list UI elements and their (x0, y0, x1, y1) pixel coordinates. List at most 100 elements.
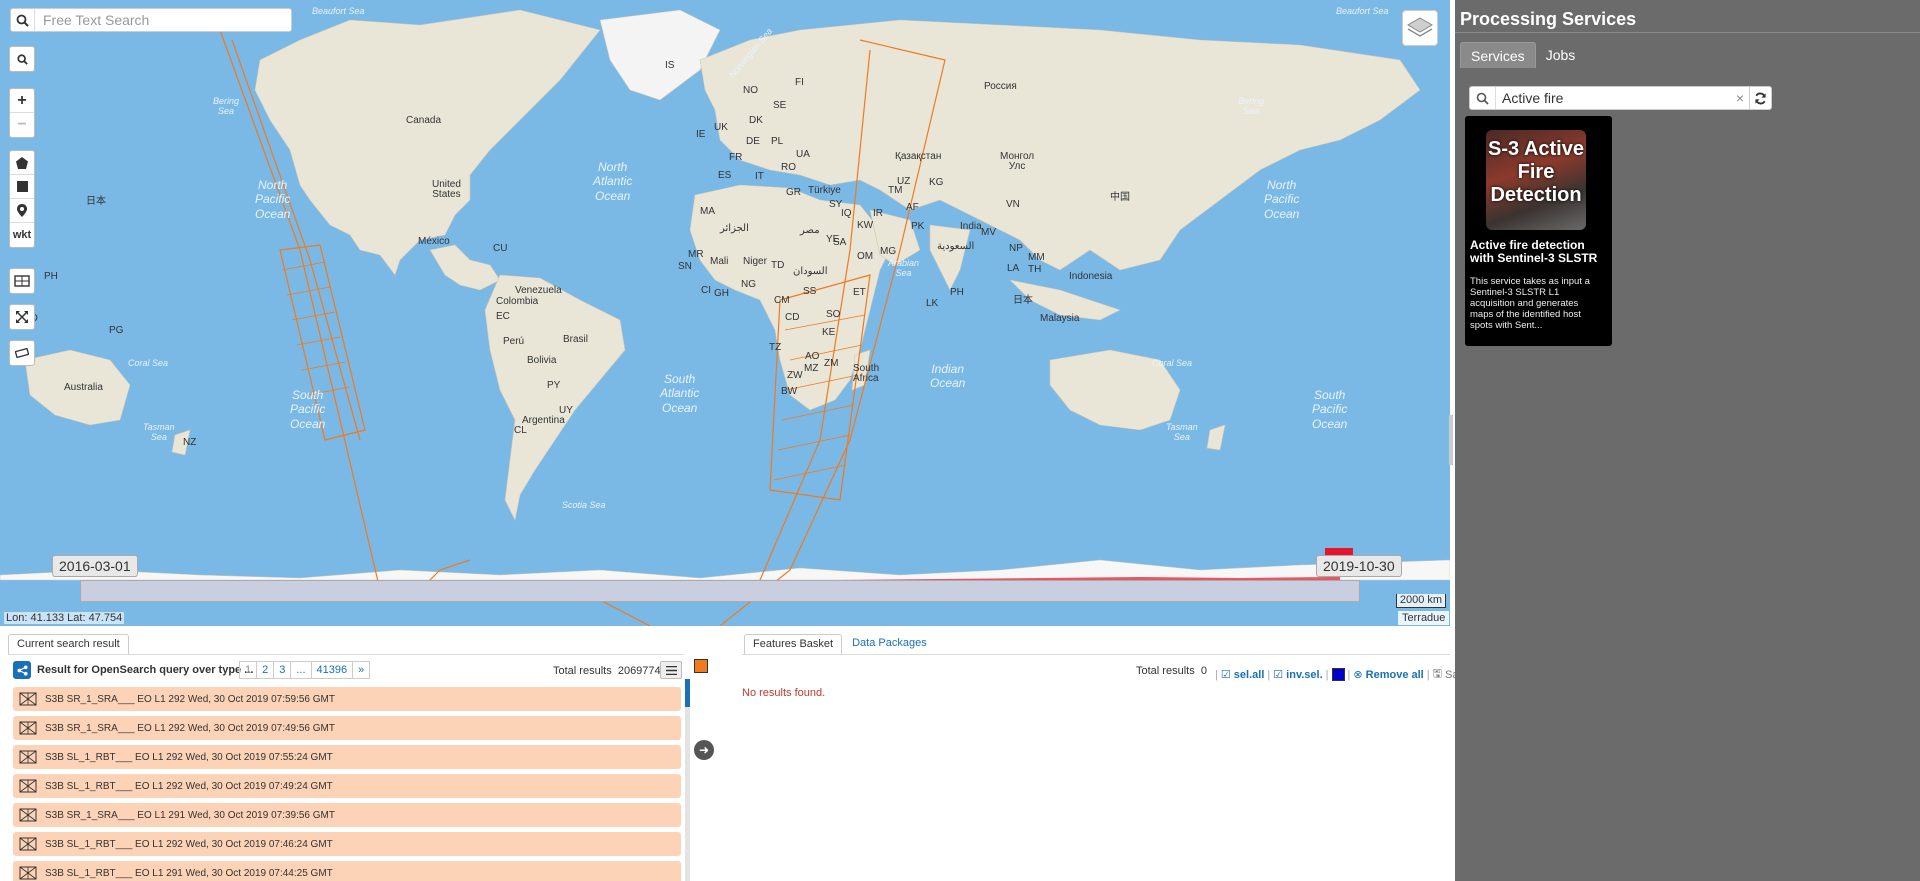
sea-label: Coral Sea (128, 358, 169, 368)
country-label: EC (496, 311, 510, 322)
panel-splitter[interactable] (1449, 415, 1453, 465)
country-label: MR (688, 249, 704, 260)
save-icon: 🖫 (1432, 668, 1442, 680)
refresh-icon[interactable] (1749, 87, 1771, 109)
service-search-input[interactable] (1496, 88, 1731, 108)
country-label: Türkiye (808, 185, 841, 196)
result-row[interactable]: S3B SL_1_RBT___ EO L1 292 Wed, 30 Oct 20… (13, 745, 681, 769)
results-scrollbar[interactable] (685, 679, 690, 881)
share-icon[interactable] (13, 661, 31, 679)
query-color-swatch[interactable] (694, 659, 708, 673)
result-row[interactable]: S3B SL_1_RBT___ EO L1 291 Wed, 30 Oct 20… (13, 861, 681, 881)
map-view[interactable]: North Pacific Ocean North Atlantic Ocean… (0, 0, 1450, 626)
page-link[interactable]: 3 (273, 661, 292, 679)
invert-selection-link[interactable]: inv.sel. (1286, 669, 1322, 681)
tab-data-packages[interactable]: Data Packages (844, 634, 935, 654)
timeline-start-date[interactable]: 2016-03-01 (52, 555, 138, 577)
result-row[interactable]: S3B SR_1_SRA___ EO L1 292 Wed, 30 Oct 20… (13, 687, 681, 711)
tab-services[interactable]: Services (1460, 42, 1536, 68)
service-search[interactable]: × (1469, 86, 1772, 110)
country-label: Россия (984, 81, 1017, 92)
country-label: South Africa (853, 363, 880, 384)
country-label: IR (873, 208, 883, 219)
country-label: MZ (804, 363, 819, 374)
layers-switcher-button[interactable] (1402, 10, 1438, 46)
search-icon[interactable] (11, 9, 35, 31)
country-label: SS (803, 286, 817, 297)
divider (1455, 32, 1920, 33)
result-label: S3B SL_1_RBT___ EO L1 292 Wed, 30 Oct 20… (45, 780, 333, 792)
service-card[interactable]: S-3 Active Fire Detection Active fire de… (1465, 116, 1612, 346)
country-label: SN (678, 261, 692, 272)
free-text-search[interactable] (10, 8, 292, 32)
search-icon (1470, 87, 1496, 109)
satellite-icon (19, 692, 37, 706)
country-label: السعودية (937, 241, 975, 252)
search-icon[interactable] (10, 47, 34, 71)
country-label: India (960, 221, 982, 232)
clear-icon[interactable]: × (1731, 90, 1749, 106)
panel-title: Processing Services (1460, 9, 1637, 29)
rectangle-icon[interactable] (10, 175, 34, 199)
country-label: Venezuela (515, 285, 562, 296)
page-link[interactable]: 1 (239, 661, 258, 679)
country-label: ZM (824, 358, 839, 369)
globe-grid-icon[interactable] (10, 269, 34, 293)
map-search-tool[interactable] (9, 46, 35, 72)
country-label: مصر (800, 225, 820, 236)
result-row[interactable]: S3B SR_1_SRA___ EO L1 291 Wed, 30 Oct 20… (13, 803, 681, 827)
result-label: S3B SR_1_SRA___ EO L1 292 Wed, 30 Oct 20… (45, 693, 335, 705)
timeline-end-date[interactable]: 2019-10-30 (1316, 555, 1402, 577)
basket-total: Total results 0 (1136, 665, 1207, 677)
tab-current-search-result[interactable]: Current search result (8, 634, 129, 654)
wkt-button[interactable]: wkt (10, 223, 34, 247)
results-panel: Current search result Result for OpenSea… (0, 626, 1470, 881)
timeline-bar[interactable] (80, 580, 1360, 602)
add-to-basket-arrow-icon[interactable]: ➜ (694, 740, 714, 760)
country-label: Argentina (522, 415, 565, 426)
zoom-out-button[interactable]: − (10, 113, 34, 137)
country-label: 中国 (1110, 192, 1130, 203)
map-attribution[interactable]: Terradue (1398, 611, 1450, 625)
country-label: GH (714, 288, 729, 299)
satellite-icon (19, 866, 37, 880)
scrollbar-thumb[interactable] (685, 679, 690, 707)
result-row[interactable]: S3B SL_1_RBT___ EO L1 292 Wed, 30 Oct 20… (13, 832, 681, 856)
tab-features-basket[interactable]: Features Basket (744, 634, 843, 654)
basket-color-swatch[interactable] (1331, 668, 1345, 681)
country-label: TM (888, 185, 903, 196)
page-link[interactable]: 41396 (310, 661, 354, 679)
satellite-icon (19, 808, 37, 822)
marker-icon[interactable] (10, 199, 34, 223)
result-label: S3B SR_1_SRA___ EO L1 291 Wed, 30 Oct 20… (45, 809, 335, 821)
zoom-in-button[interactable]: + (10, 89, 34, 113)
country-label: Perú (503, 336, 525, 347)
country-label: KG (929, 177, 944, 188)
polygon-icon[interactable] (10, 151, 34, 175)
next-page-link[interactable]: » (352, 661, 371, 679)
tab-jobs[interactable]: Jobs (1536, 42, 1586, 68)
country-label: CM (774, 295, 790, 306)
ruler-icon[interactable] (10, 341, 34, 365)
query-title: Result for OpenSearch query over type ..… (37, 664, 254, 676)
scale-bar: 2000 km (1396, 594, 1446, 608)
ocean-label: North Atlantic Ocean (593, 160, 633, 203)
features-basket-pane: Total results 0 | ☑ sel.all | ☑ inv.sel.… (742, 654, 1470, 881)
country-label: SY (829, 199, 843, 210)
page-link[interactable]: ... (290, 661, 312, 679)
sea-label: Coral Sea (1152, 358, 1193, 368)
country-label: IE (696, 129, 706, 140)
expand-icon[interactable] (10, 305, 34, 329)
app-root: North Pacific Ocean North Atlantic Ocean… (0, 0, 1920, 881)
country-label: MV (981, 227, 996, 238)
country-label: FR (729, 152, 743, 163)
select-all-link[interactable]: sel.all (1234, 669, 1265, 681)
country-label: SE (773, 100, 787, 111)
result-row[interactable]: S3B SL_1_RBT___ EO L1 292 Wed, 30 Oct 20… (13, 774, 681, 798)
list-view-button[interactable] (660, 661, 682, 679)
result-row[interactable]: S3B SR_1_SRA___ EO L1 292 Wed, 30 Oct 20… (13, 716, 681, 740)
remove-all-link[interactable]: Remove all (1366, 669, 1424, 681)
page-link[interactable]: 2 (256, 661, 275, 679)
free-text-search-input[interactable] (35, 10, 291, 30)
ocean-label: North Pacific Ocean (255, 178, 291, 221)
